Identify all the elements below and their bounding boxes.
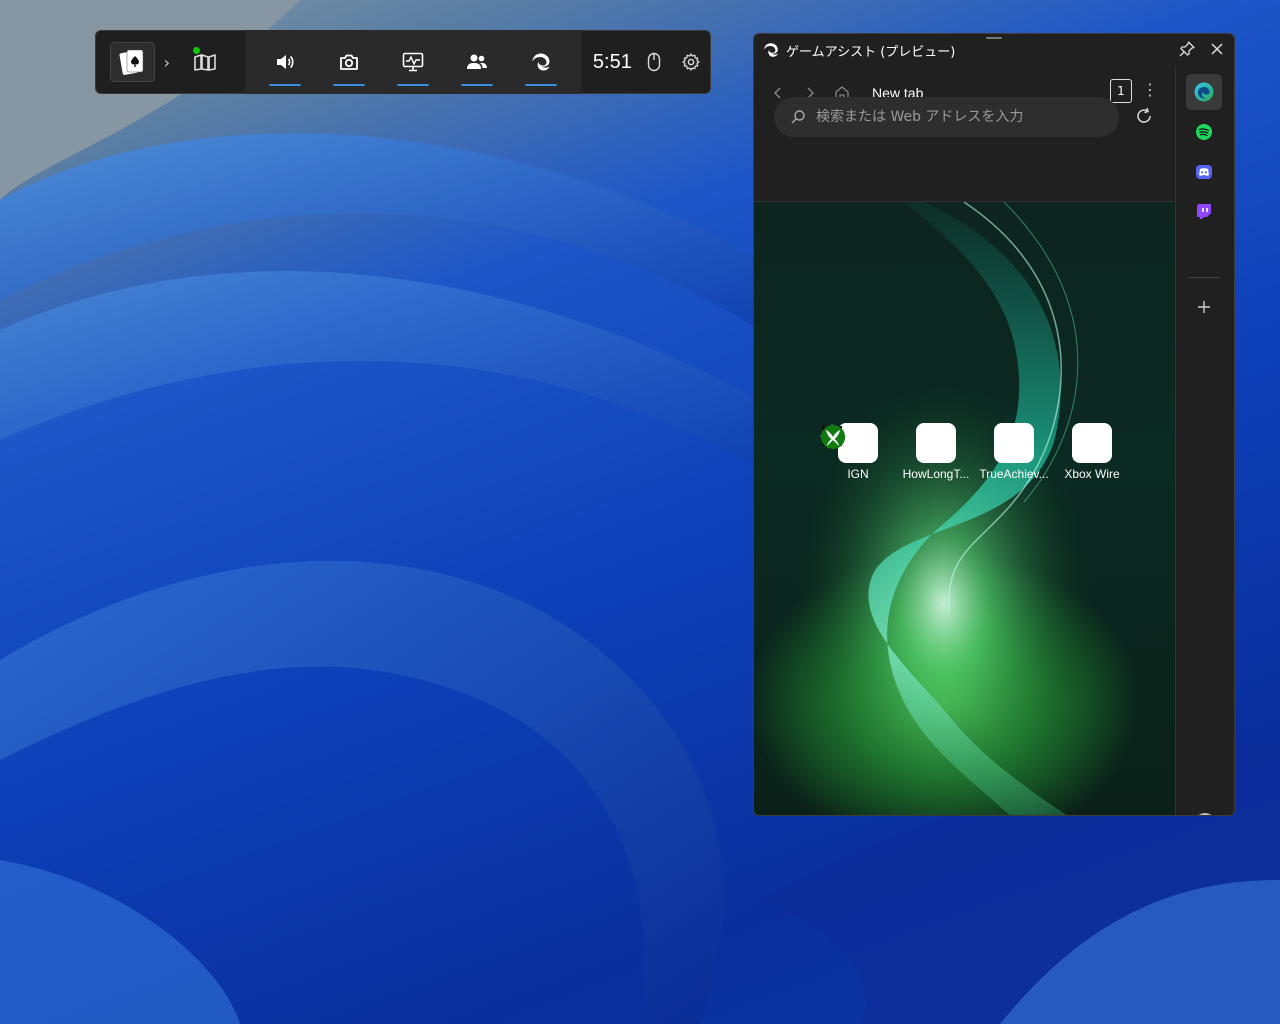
howlongtobeat-icon [822, 423, 956, 463]
quick-link-label: Xbox Wire [1064, 467, 1120, 481]
capture-widget-button[interactable] [317, 30, 381, 94]
assist-sidebar [1175, 66, 1234, 815]
active-indicator [460, 84, 493, 86]
active-indicator [268, 84, 301, 86]
search-icon [791, 110, 805, 124]
window-title: ゲームアシスト (プレビュー) [786, 44, 956, 60]
sidebar-item-discord[interactable] [1186, 154, 1222, 190]
status-dot [192, 47, 200, 54]
tab-count-button[interactable]: 1 [1110, 79, 1132, 103]
widget-menu-icon [194, 54, 216, 71]
quick-links: IGN HowLongT... TrueAchiev... Xbox Wire [819, 423, 1131, 481]
new-tab-page: IGN HowLongT... TrueAchiev... Xbox Wire [754, 201, 1175, 815]
gear-icon [682, 53, 701, 71]
active-indicator [332, 84, 365, 86]
address-bar[interactable] [774, 97, 1119, 137]
sidebar-item-edge[interactable] [1186, 74, 1222, 110]
sidebar-item-spotify[interactable] [1186, 114, 1222, 150]
profile-button[interactable] [1193, 812, 1217, 815]
speaker-icon [276, 55, 294, 69]
mouse-button[interactable] [636, 30, 673, 94]
edge-icon [762, 41, 780, 59]
audio-widget-button[interactable] [253, 30, 317, 94]
avatar-icon [1198, 813, 1212, 815]
settings-button[interactable] [673, 30, 710, 94]
reload-button[interactable] [1134, 106, 1154, 130]
search-input[interactable] [814, 108, 1108, 126]
game-assist-window: ゲームアシスト (プレビュー) New tab 1 ⋮ 検索または Web アド… [753, 33, 1235, 816]
quick-link-trueachievements[interactable]: ta TrueAchiev... [821, 423, 1053, 481]
quick-link-howlongtobeat[interactable]: HowLongT... [822, 423, 975, 481]
quick-link-xbox-wire[interactable]: Xbox Wire [821, 423, 1131, 481]
pin-icon [1179, 41, 1195, 57]
sidebar-divider [1188, 277, 1220, 278]
window-titlebar: ゲームアシスト (プレビュー) [754, 34, 1234, 66]
game-bar: › 5:51 [95, 30, 711, 94]
add-widget-button[interactable] [1192, 296, 1216, 320]
sidebar-item-twitch[interactable] [1186, 194, 1222, 230]
social-widget-button[interactable] [445, 30, 509, 94]
clock-display: 5:51 [592, 50, 632, 73]
solitaire-card-icon [119, 49, 144, 75]
xbox-icon [821, 423, 1112, 463]
refresh-icon [1137, 107, 1151, 123]
edge-icon [532, 53, 550, 71]
trueachievements-icon: ta [821, 423, 1034, 463]
chevron-left-icon [774, 87, 781, 99]
close-icon [1211, 43, 1223, 55]
active-indicator [396, 84, 429, 86]
pin-button[interactable] [1178, 40, 1196, 62]
plus-icon [1198, 301, 1210, 313]
quick-link-label: IGN [847, 467, 869, 481]
new-tab-background [754, 202, 1175, 815]
camera-icon [340, 54, 358, 70]
widget-menu-button[interactable] [179, 30, 231, 94]
active-indicator [524, 84, 557, 86]
twitch-icon [1197, 204, 1211, 219]
browser-panel: New tab 1 ⋮ 検索または Web アドレスを入力 IGN HowLon… [754, 66, 1175, 815]
monitor-pulse-icon [402, 52, 424, 72]
mouse-icon [648, 52, 661, 72]
people-icon [466, 54, 487, 69]
quick-link-label: TrueAchiev... [979, 467, 1049, 481]
discord-icon [1196, 165, 1212, 179]
spotify-icon [1196, 124, 1212, 140]
widget-toolbar [244, 30, 581, 94]
chevron-right-icon[interactable]: › [155, 53, 179, 72]
more-options-icon[interactable]: ⋮ [1142, 80, 1158, 99]
performance-widget-button[interactable] [381, 30, 445, 94]
edge-icon [1194, 82, 1214, 102]
quick-link-label: HowLongT... [902, 467, 970, 481]
active-app-button[interactable] [110, 42, 155, 82]
close-button[interactable] [1208, 40, 1226, 62]
edge-widget-button[interactable] [509, 30, 573, 94]
